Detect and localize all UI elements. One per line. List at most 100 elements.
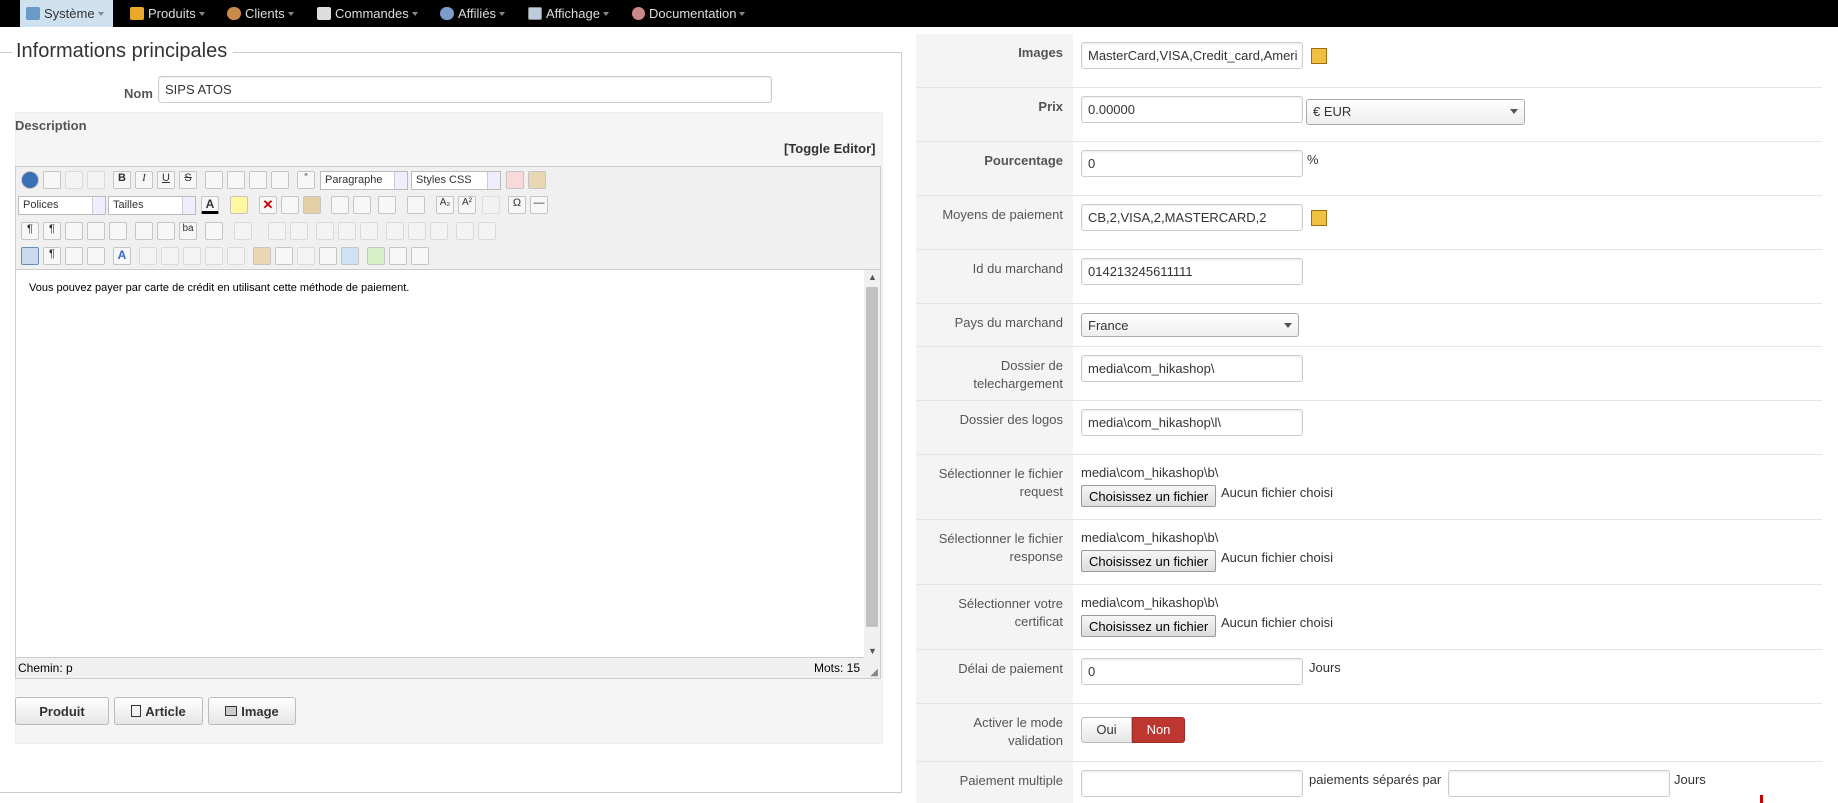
outdent-icon[interactable] xyxy=(353,196,371,214)
undo-icon[interactable] xyxy=(65,171,83,189)
find-icon[interactable] xyxy=(157,222,175,240)
special-char-icon[interactable]: Ω xyxy=(508,196,526,214)
font-family-select[interactable]: Polices xyxy=(18,196,106,215)
text-color-icon[interactable]: A xyxy=(201,196,219,214)
oui-button[interactable]: Oui xyxy=(1081,717,1132,743)
superscript-icon[interactable]: A² xyxy=(458,196,476,214)
layer-icon[interactable] xyxy=(87,247,105,265)
paragraph-rtl-icon[interactable]: ¶ xyxy=(43,222,61,240)
styleprops-icon[interactable]: A xyxy=(113,247,131,265)
replace-icon[interactable]: ba xyxy=(179,222,197,240)
unlink-icon[interactable] xyxy=(275,247,293,265)
delete-col-icon[interactable] xyxy=(430,222,448,240)
row-props-icon[interactable] xyxy=(268,222,286,240)
align-left-icon[interactable] xyxy=(249,171,267,189)
scrollbar-thumb[interactable] xyxy=(866,287,878,627)
insert-col-before-icon[interactable] xyxy=(386,222,404,240)
show-blocks-icon[interactable]: ¶ xyxy=(43,247,61,265)
menu-systeme[interactable]: Système xyxy=(20,0,113,27)
insert-link-icon[interactable] xyxy=(319,247,337,265)
del-icon[interactable] xyxy=(205,247,223,265)
request-choose-file-button[interactable]: Choisissez un fichier xyxy=(1081,485,1217,507)
paste-icon[interactable] xyxy=(303,196,321,214)
acronym-icon[interactable] xyxy=(183,247,201,265)
menu-documentation[interactable]: Documentation xyxy=(632,0,746,27)
styles-select[interactable]: Styles CSS xyxy=(411,171,501,190)
align-justify-icon[interactable] xyxy=(205,171,223,189)
non-button[interactable]: Non xyxy=(1132,717,1185,743)
subscript-icon[interactable]: A₂ xyxy=(436,196,454,214)
insert-col-after-icon[interactable] xyxy=(408,222,426,240)
source-icon[interactable] xyxy=(87,222,105,240)
abbr-icon[interactable] xyxy=(161,247,179,265)
spellcheck-icon[interactable] xyxy=(367,247,385,265)
pourcentage-input[interactable]: 0 xyxy=(1081,150,1303,177)
new-document-icon[interactable] xyxy=(43,171,61,189)
bold-icon[interactable]: B xyxy=(113,171,131,189)
editor-scrollbar[interactable]: ▲ ▼ xyxy=(864,270,880,658)
indent-icon[interactable] xyxy=(331,196,349,214)
menu-commandes[interactable]: Commandes xyxy=(317,0,418,27)
underline-icon[interactable]: U xyxy=(157,171,175,189)
dossier-logos-input[interactable]: media\com_hikashop\l\ xyxy=(1081,409,1303,436)
align-center-icon[interactable] xyxy=(227,171,245,189)
eraser-icon[interactable] xyxy=(506,171,524,189)
multiple-count-input[interactable] xyxy=(1081,770,1303,797)
id-marchand-input[interactable]: 014213245611111 xyxy=(1081,258,1303,285)
fullscreen-icon[interactable] xyxy=(65,222,83,240)
table-icon[interactable] xyxy=(205,222,223,240)
menu-clients[interactable]: Clients xyxy=(227,0,294,27)
delete-table-icon[interactable] xyxy=(234,222,252,240)
multiple-days-input[interactable] xyxy=(1448,770,1670,797)
insert-row-before-icon[interactable] xyxy=(316,222,334,240)
cell-props-icon[interactable] xyxy=(290,222,308,240)
menu-affichage[interactable]: Affichage xyxy=(528,0,609,27)
response-choose-file-button[interactable]: Choisissez un fichier xyxy=(1081,550,1217,572)
image-icon[interactable] xyxy=(341,247,359,265)
edit-icon[interactable] xyxy=(1311,48,1327,64)
attribs-icon[interactable] xyxy=(253,247,271,265)
italic-icon[interactable]: I xyxy=(135,171,153,189)
page-break-icon[interactable] xyxy=(389,247,407,265)
merge-cells-icon[interactable] xyxy=(478,222,496,240)
cut-icon[interactable]: ✕ xyxy=(259,196,277,214)
currency-select[interactable]: € EUR xyxy=(1306,99,1525,125)
article-button[interactable]: Article xyxy=(114,697,203,725)
highlight-icon[interactable] xyxy=(230,196,248,214)
anchor-icon[interactable] xyxy=(482,196,500,214)
images-input[interactable]: MasterCard,VISA,Credit_card,Ameri xyxy=(1081,42,1303,69)
align-right-icon[interactable] xyxy=(271,171,289,189)
prix-input[interactable]: 0.00000 xyxy=(1081,96,1303,123)
format-select[interactable]: Paragraphe xyxy=(320,171,408,190)
image-button[interactable]: Image xyxy=(208,697,296,725)
copy-icon[interactable] xyxy=(281,196,299,214)
produit-button[interactable]: Produit xyxy=(15,697,109,725)
resize-handle-icon[interactable]: ◢ xyxy=(870,667,878,678)
ins-icon[interactable] xyxy=(227,247,245,265)
split-cells-icon[interactable] xyxy=(456,222,474,240)
insert-row-after-icon[interactable] xyxy=(338,222,356,240)
name-input[interactable]: SIPS ATOS xyxy=(158,76,772,103)
numbered-list-icon[interactable] xyxy=(378,196,396,214)
iframe-icon[interactable] xyxy=(411,247,429,265)
template-icon[interactable] xyxy=(65,247,83,265)
scroll-up-icon[interactable]: ▲ xyxy=(868,272,877,282)
redo-icon[interactable] xyxy=(87,171,105,189)
delai-input[interactable]: 0 xyxy=(1081,658,1303,685)
menu-affilies[interactable]: Affiliés xyxy=(440,0,506,27)
print-icon[interactable] xyxy=(135,222,153,240)
edit-icon[interactable] xyxy=(1311,210,1327,226)
bullet-list-icon[interactable] xyxy=(407,196,425,214)
help-icon[interactable] xyxy=(21,171,39,189)
menu-produits[interactable]: Produits xyxy=(130,0,205,27)
visual-aid-icon[interactable] xyxy=(21,247,39,265)
horizontal-rule-icon[interactable]: — xyxy=(530,196,548,214)
delete-row-icon[interactable] xyxy=(360,222,378,240)
pays-select[interactable]: France xyxy=(1081,313,1299,337)
cert-choose-file-button[interactable]: Choisissez un fichier xyxy=(1081,615,1217,637)
cite-icon[interactable] xyxy=(139,247,157,265)
font-size-select[interactable]: Tailles xyxy=(108,196,196,215)
paragraph-ltr-icon[interactable]: ¶ xyxy=(21,222,39,240)
dossier-tele-input[interactable]: media\com_hikashop\ xyxy=(1081,355,1303,382)
scroll-down-icon[interactable]: ▼ xyxy=(868,646,877,656)
